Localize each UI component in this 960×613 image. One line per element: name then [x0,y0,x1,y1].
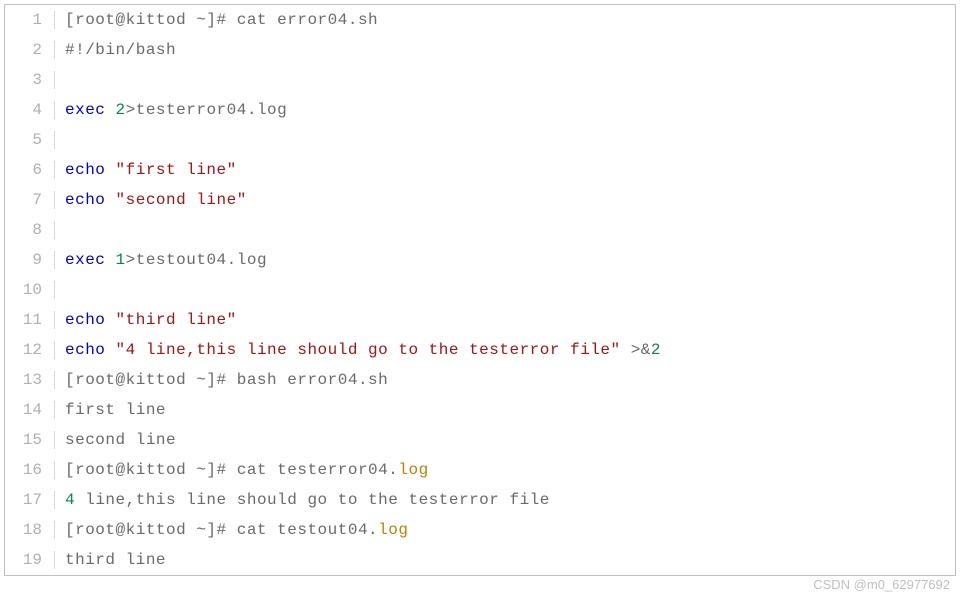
line-content: exec 1>testout04.log [55,251,267,269]
code-container: 1 [root@kittod ~]# cat error04.sh 2 #!/bin/… [4,4,956,576]
code-block-wrapper: 1 [root@kittod ~]# cat error04.sh 2 #!/bin/… [4,4,956,576]
line-content: [root@kittod ~]# cat error04.sh [55,11,378,29]
code-token [105,341,115,359]
line-content: [root@kittod ~]# cat testout04.log [55,521,408,539]
line-content: echo "second line" [55,191,247,209]
line-content: first line [55,401,166,419]
code-line: 10 [5,275,955,305]
code-token: "4 line,this line should go to the teste… [116,341,621,359]
code-token: 2 [116,101,126,119]
code-line: 2 #!/bin/bash [5,35,955,65]
line-content: echo "third line" [55,311,237,329]
code-token: echo [65,341,105,359]
code-token: 2 [651,341,661,359]
code-token: "third line" [116,311,237,329]
code-token [105,161,115,179]
code-token: second line [65,431,176,449]
line-number: 1 [5,11,55,29]
code-token: [root@kittod ~]# cat testerror04. [65,461,398,479]
code-token: echo [65,191,105,209]
code-token: echo [65,161,105,179]
code-line: 9exec 1>testout04.log [5,245,955,275]
code-line: 15 second line [5,425,955,455]
line-content: [root@kittod ~]# cat testerror04.log [55,461,429,479]
line-number: 12 [5,341,55,359]
code-line: 16[root@kittod ~]# cat testerror04.log [5,455,955,485]
line-number: 5 [5,131,55,149]
code-token [105,251,115,269]
line-content: second line [55,431,176,449]
code-line: 3 [5,65,955,95]
code-token: [root@kittod ~]# bash error04.sh [65,371,388,389]
line-number: 7 [5,191,55,209]
line-number: 17 [5,491,55,509]
code-line: 8 [5,215,955,245]
code-token [105,311,115,329]
code-token: log [378,521,408,539]
code-token: 4 [65,491,75,509]
line-content: [root@kittod ~]# bash error04.sh [55,371,388,389]
code-token: "second line" [116,191,247,209]
code-line: 19 third line [5,545,955,575]
code-token: "first line" [116,161,237,179]
code-token: #!/bin/bash [65,41,176,59]
code-token: >testout04.log [126,251,267,269]
line-number: 3 [5,71,55,89]
code-token: [root@kittod ~]# cat testout04. [65,521,378,539]
line-number: 11 [5,311,55,329]
watermark-text: CSDN @m0_62977692 [813,577,950,592]
code-line: 14 first line [5,395,955,425]
code-line: 174 line,this line should go to the test… [5,485,955,515]
line-content: exec 2>testerror04.log [55,101,287,119]
code-line: 1 [root@kittod ~]# cat error04.sh [5,5,955,35]
code-line: 7echo "second line" [5,185,955,215]
line-content: 4 line,this line should go to the tester… [55,491,550,509]
code-token: 1 [116,251,126,269]
code-token: first line [65,401,166,419]
code-line: 18[root@kittod ~]# cat testout04.log [5,515,955,545]
code-line: 11echo "third line" [5,305,955,335]
code-token: third line [65,551,166,569]
code-token [105,191,115,209]
line-number: 10 [5,281,55,299]
line-number: 4 [5,101,55,119]
line-content: #!/bin/bash [55,41,176,59]
line-number: 6 [5,161,55,179]
code-token: >testerror04.log [126,101,288,119]
code-token: log [398,461,428,479]
line-number: 8 [5,221,55,239]
line-number: 18 [5,521,55,539]
code-line: 12echo "4 line,this line should go to th… [5,335,955,365]
line-number: 13 [5,371,55,389]
code-line: 4exec 2>testerror04.log [5,95,955,125]
code-token: line,this line should go to the testerro… [75,491,550,509]
line-number: 16 [5,461,55,479]
code-line: 6echo "first line" [5,155,955,185]
code-token: exec [65,101,105,119]
code-line: 5 [5,125,955,155]
line-content: echo "4 line,this line should go to the … [55,341,661,359]
line-number: 2 [5,41,55,59]
line-number: 15 [5,431,55,449]
line-content: echo "first line" [55,161,237,179]
line-content: third line [55,551,166,569]
code-token: exec [65,251,105,269]
code-token: [root@kittod ~]# cat error04.sh [65,11,378,29]
code-token: echo [65,311,105,329]
line-number: 14 [5,401,55,419]
code-token [105,101,115,119]
code-token: >& [621,341,651,359]
line-number: 19 [5,551,55,569]
code-line: 13 [root@kittod ~]# bash error04.sh [5,365,955,395]
line-number: 9 [5,251,55,269]
